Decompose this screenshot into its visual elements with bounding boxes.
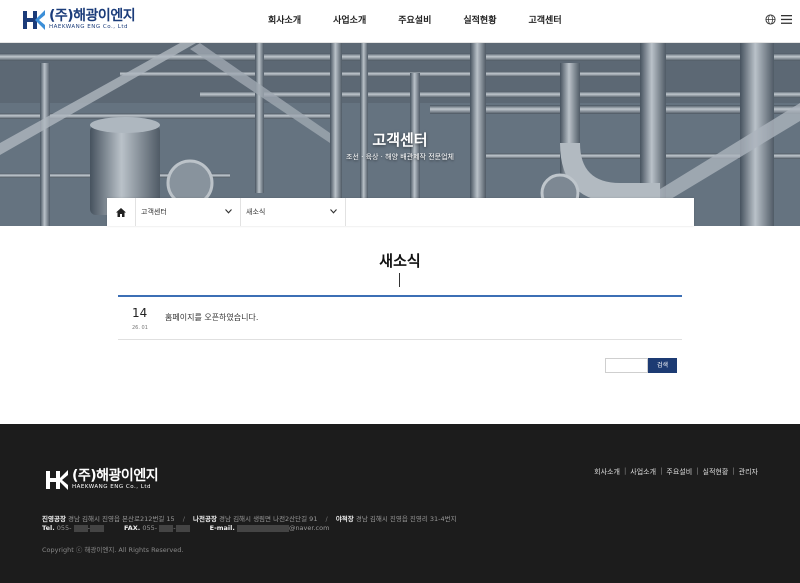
nav-company[interactable]: 회사소개: [268, 0, 301, 43]
copyright: Copyright ⓒ 해광이엔지. All Rights Reserved.: [42, 546, 184, 554]
footer-link-admin[interactable]: 관리자: [739, 467, 758, 477]
footer-link-company[interactable]: 회사소개: [594, 467, 620, 477]
fax-value: 055-: [142, 524, 158, 532]
footer-nav-divider: |: [660, 467, 663, 475]
redacted-block: [159, 524, 174, 532]
factory2-address: 경남 김해시 생림면 나전2산단길 91: [219, 515, 318, 523]
site-header: (주)해광이엔지 HAEKWANG ENG Co., Ltd 회사소개 사업소개…: [0, 0, 800, 43]
menu-icon[interactable]: [781, 15, 792, 24]
home-button[interactable]: [107, 198, 136, 226]
tel-label: Tel.: [42, 524, 55, 532]
logo-mark-icon: [46, 470, 68, 490]
footer-divider: /: [182, 515, 185, 523]
footer-nav-divider: |: [696, 467, 699, 475]
footer-nav-divider: |: [623, 467, 627, 475]
banner-subtitle: 조선 · 육상 · 해양 배관제작 전문업체: [346, 153, 454, 161]
redacted-block: [236, 524, 289, 532]
logo-mark-icon: [23, 10, 45, 30]
post-title[interactable]: 홈페이지를 오픈하였습니다.: [165, 312, 258, 323]
logo-subtitle: HAEKWANG ENG Co., Ltd: [49, 24, 128, 31]
depth2-select[interactable]: 새소식: [241, 198, 346, 226]
depth1-label: 고객센터: [141, 208, 167, 216]
footer-link-facilities[interactable]: 주요설비: [666, 467, 692, 477]
post-day: 14: [132, 306, 148, 320]
nav-support[interactable]: 고객센터: [529, 0, 562, 43]
nav-business[interactable]: 사업소개: [333, 0, 366, 43]
footer-nav-divider: |: [732, 467, 735, 475]
tel-value: 055-: [56, 524, 72, 532]
footer-address-line: 진영공장 경남 김해시 진영읍 본산로212번길 15 / 나전공장 경남 김해…: [42, 513, 457, 523]
footer-link-records[interactable]: 실적현황: [703, 467, 729, 477]
factory1-label: 진영공장: [42, 515, 66, 523]
nav-facilities[interactable]: 주요설비: [398, 0, 431, 43]
search-input[interactable]: [605, 358, 648, 373]
email-value: @naver.com: [288, 524, 330, 532]
email-label: E-mail.: [209, 524, 235, 532]
fax-label: FAX.: [124, 524, 141, 532]
footer-nav: 회사소개 | 사업소개 | 주요설비 | 실적현황 | 관리자: [594, 467, 758, 477]
footer-logo-subtitle: HAEKWANG ENG Co., Ltd: [72, 484, 151, 491]
location-bar: 고객센터 새소식: [107, 198, 694, 226]
page-title: 새소식: [379, 252, 421, 270]
redacted-block: [175, 524, 190, 532]
logo-name: (주)해광이엔지: [49, 8, 136, 25]
chevron-down-icon: [225, 209, 232, 214]
depth2-label: 새소식: [246, 208, 266, 216]
site-logo[interactable]: (주)해광이엔지 HAEKWANG ENG Co., Ltd: [22, 8, 136, 32]
factory2-label: 나전공장: [193, 515, 217, 523]
header-utilities: [765, 14, 792, 25]
home-icon: [116, 207, 126, 217]
main-nav: 회사소개 사업소개 주요설비 실적현황 고객센터: [250, 0, 594, 43]
globe-icon[interactable]: [765, 14, 776, 25]
factory3-label: 야적장: [335, 515, 354, 523]
list-item[interactable]: 14 26. 01 홈페이지를 오픈하였습니다.: [118, 297, 682, 340]
footer-contact-line: Tel. 055- - FAX. 055- - E-mail. @naver.c…: [42, 524, 330, 532]
footer-divider: /: [325, 515, 328, 523]
footer-logo: (주)해광이엔지 HAEKWANG ENG Co., Ltd: [45, 468, 159, 492]
search-button[interactable]: 검색: [648, 358, 677, 373]
footer-link-business[interactable]: 사업소개: [630, 467, 656, 477]
redacted-block: [73, 524, 88, 532]
site-footer: (주)해광이엔지 HAEKWANG ENG Co., Ltd 회사소개 | 사업소…: [0, 424, 800, 583]
title-divider: [399, 273, 400, 287]
footer-logo-name: (주)해광이엔지: [72, 468, 159, 485]
factory1-address: 경남 김해시 진영읍 본산로212번길 15: [68, 515, 175, 523]
nav-records[interactable]: 실적현황: [463, 0, 496, 43]
banner-title: 고객센터: [372, 131, 428, 149]
factory3-address: 경남 김해시 진영읍 진영리 31-4번지: [355, 515, 457, 523]
depth1-select[interactable]: 고객센터: [136, 198, 241, 226]
chevron-down-icon: [330, 209, 337, 214]
redacted-block: [89, 524, 104, 532]
post-year-month: 26. 01: [132, 325, 148, 331]
